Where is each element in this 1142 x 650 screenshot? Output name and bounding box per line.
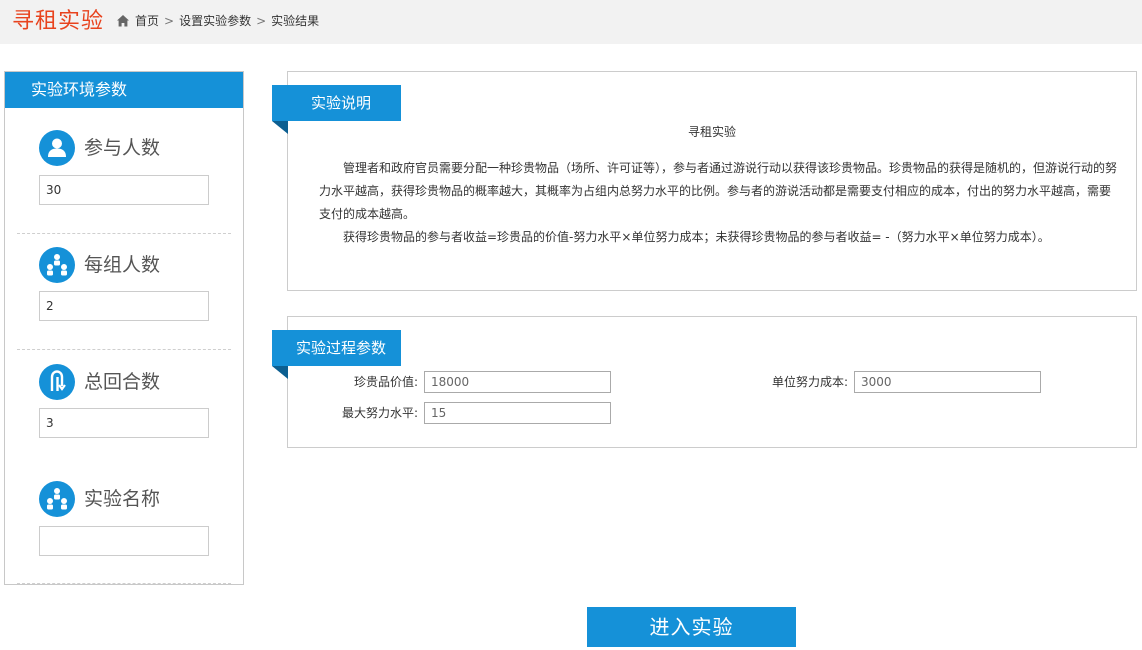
group-size-input[interactable] — [39, 291, 209, 321]
description-paragraph: 获得珍贵物品的参与者收益=珍贵品的价值-努力水平×单位努力成本；未获得珍贵物品的… — [343, 230, 1050, 244]
description-ribbon: 实验说明 — [272, 85, 401, 121]
enter-experiment-button[interactable]: 进入实验 — [587, 607, 796, 647]
divider — [17, 233, 231, 234]
max-effort-label: 最大努力水平: — [341, 406, 418, 420]
ribbon-fold — [272, 366, 288, 379]
chevron-right-icon: > — [256, 14, 267, 28]
description-body: 管理者和政府官员需要分配一种珍贵物品（场所、许可证等），参与者通过游说行动以获得… — [319, 157, 1119, 249]
rounds-input[interactable] — [39, 408, 209, 438]
breadcrumb-results[interactable]: 实验结果 — [271, 12, 319, 30]
param-participants: 参与人数 — [17, 128, 231, 234]
description-title: 寻租实验 — [687, 125, 736, 139]
description-paragraph: 管理者和政府官员需要分配一种珍贵物品（场所、许可证等），参与者通过游说行动以获得… — [319, 161, 1118, 221]
param-rounds: 总回合数 — [17, 362, 231, 468]
param-label: 实验名称 — [84, 488, 161, 510]
experiment-name-input[interactable] — [39, 526, 209, 556]
breadcrumb: 首页 > 设置实验参数 > 实验结果 — [116, 12, 319, 30]
participants-input[interactable] — [39, 175, 209, 205]
env-params-sidebar: 实验环境参数 参与人数 每组人数 — [4, 71, 244, 585]
unit-cost-label: 单位努力成本: — [771, 375, 848, 389]
app-title: 寻租实验 — [12, 9, 105, 34]
param-label: 总回合数 — [84, 371, 161, 393]
unit-cost-input[interactable]: 3000 — [854, 371, 1041, 393]
param-group-size: 每组人数 — [17, 245, 231, 351]
breadcrumb-home[interactable]: 首页 — [135, 12, 159, 30]
value-input[interactable]: 18000 — [424, 371, 611, 393]
process-ribbon: 实验过程参数 — [272, 330, 401, 366]
description-panel: 实验说明 寻租实验 管理者和政府官员需要分配一种珍贵物品（场所、许可证等），参与… — [272, 71, 1137, 291]
group-icon — [39, 481, 75, 517]
divider — [17, 349, 231, 350]
param-experiment-name: 实验名称 — [17, 479, 231, 585]
rounds-icon — [39, 364, 75, 400]
ribbon-fold — [272, 121, 288, 134]
top-header: 寻租实验 首页 > 设置实验参数 > 实验结果 — [0, 0, 1142, 44]
process-params-panel: 实验过程参数 珍贵品价值: 18000 单位努力成本: 3000 最大努力水平:… — [272, 316, 1137, 448]
param-label: 每组人数 — [84, 254, 161, 276]
sidebar-title: 实验环境参数 — [5, 72, 243, 108]
chevron-right-icon: > — [164, 14, 175, 28]
group-icon — [39, 247, 75, 283]
param-label: 参与人数 — [84, 137, 161, 159]
person-icon — [39, 130, 75, 166]
value-label: 珍贵品价值: — [353, 375, 418, 389]
breadcrumb-set-params[interactable]: 设置实验参数 — [179, 12, 251, 30]
divider — [17, 583, 231, 584]
max-effort-input[interactable]: 15 — [424, 402, 611, 424]
home-icon[interactable] — [116, 14, 130, 28]
